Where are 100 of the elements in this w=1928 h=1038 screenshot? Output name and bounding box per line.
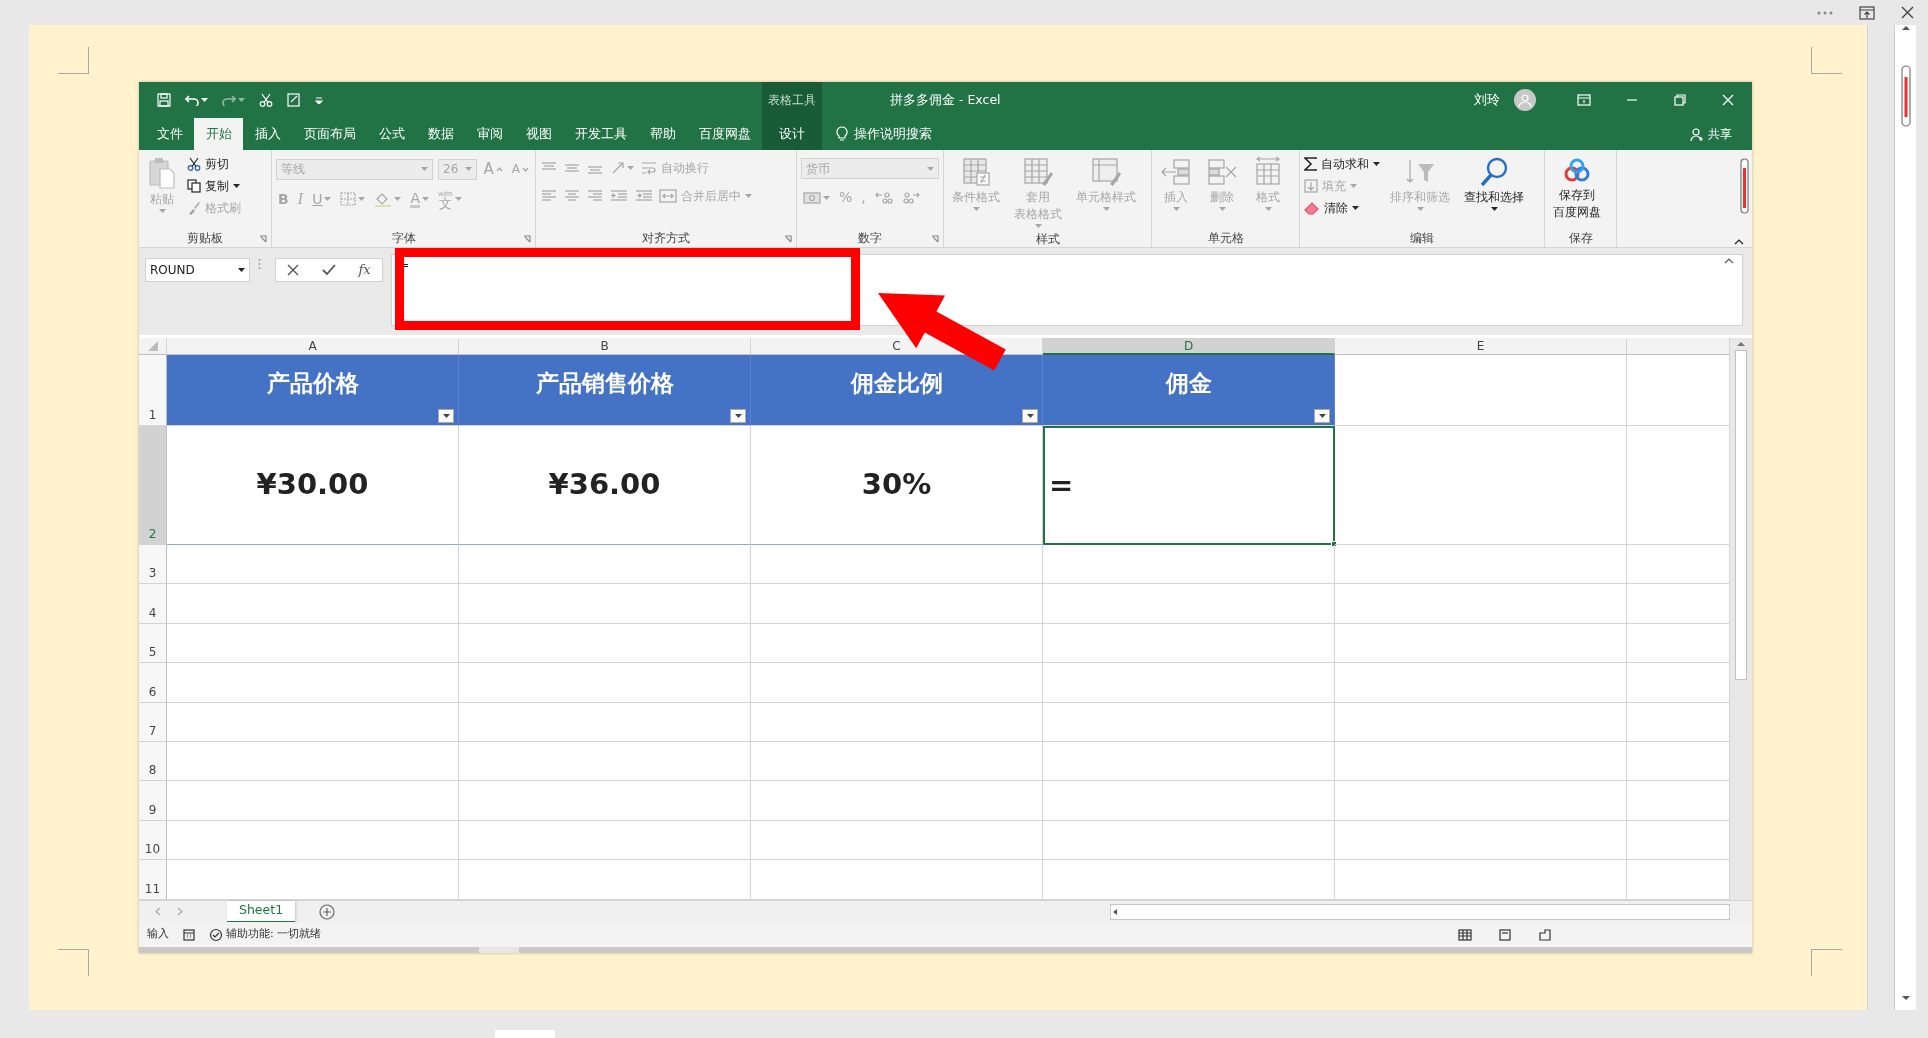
header-cell[interactable]: 产品价格: [167, 355, 459, 426]
row-header[interactable]: 7: [139, 702, 167, 742]
row-header[interactable]: 1: [139, 355, 167, 426]
launcher-icon[interactable]: [259, 234, 267, 243]
ribbon-tab[interactable]: 开始: [194, 118, 243, 150]
table-cell[interactable]: [167, 702, 459, 742]
row-header[interactable]: 4: [139, 584, 167, 624]
row-header[interactable]: 5: [139, 623, 167, 664]
table-cell[interactable]: [1043, 663, 1335, 703]
sheet-tab[interactable]: Sheet1: [227, 900, 296, 923]
table-cell[interactable]: [167, 545, 459, 585]
table-cell[interactable]: [1043, 623, 1335, 664]
table-cell[interactable]: [459, 860, 751, 900]
table-cell[interactable]: 30%: [751, 426, 1043, 545]
filter-button[interactable]: [438, 409, 454, 423]
accessibility-icon[interactable]: [209, 927, 223, 942]
header-cell[interactable]: 佣金: [1043, 355, 1335, 426]
ribbon-tab[interactable]: 数据: [416, 118, 465, 150]
table-cell[interactable]: [1335, 584, 1627, 624]
scroll-up-icon[interactable]: [1900, 25, 1911, 31]
ribbon-button[interactable]: 复制: [187, 176, 241, 196]
row-header[interactable]: 10: [139, 820, 167, 861]
save-icon[interactable]: [157, 93, 171, 107]
table-cell[interactable]: [459, 820, 751, 861]
column-header[interactable]: A: [167, 338, 459, 355]
column-header[interactable]: D: [1043, 338, 1335, 355]
insert-function-button[interactable]: fx: [358, 260, 371, 280]
ribbon-button[interactable]: 保存到 百度网盘: [1549, 154, 1605, 222]
ribbon-tab[interactable]: 开发工具: [563, 118, 638, 150]
accessibility-status[interactable]: 辅助功能: 一切就绪: [226, 926, 322, 943]
table-cell[interactable]: [1043, 820, 1335, 861]
table-cell[interactable]: [459, 623, 751, 664]
table-cell[interactable]: [459, 741, 751, 782]
collapse-icon[interactable]: [1724, 258, 1734, 264]
row-header[interactable]: 6: [139, 663, 167, 703]
table-cell[interactable]: [751, 781, 1043, 821]
row-header[interactable]: 11: [139, 860, 167, 900]
ribbon-button[interactable]: 清除: [1304, 198, 1380, 218]
tell-me-search[interactable]: 操作说明搜索: [836, 118, 932, 150]
header-cell[interactable]: 佣金比例: [751, 355, 1043, 426]
table-cell[interactable]: [751, 860, 1043, 900]
customize-icon[interactable]: [315, 96, 323, 104]
ribbon-tab[interactable]: 帮助: [638, 118, 687, 150]
table-cell[interactable]: [459, 584, 751, 624]
scroll-left-icon[interactable]: [1111, 907, 1119, 916]
table-cell[interactable]: [1335, 663, 1627, 703]
column-header[interactable]: B: [459, 338, 751, 355]
table-cell[interactable]: [1335, 623, 1627, 664]
column-header[interactable]: E: [1335, 338, 1627, 355]
print-preview-icon[interactable]: [287, 93, 301, 107]
table-cell[interactable]: =: [1043, 426, 1335, 545]
table-cell[interactable]: [1043, 860, 1335, 900]
row-header[interactable]: 2: [139, 426, 167, 545]
ribbon-tab[interactable]: 插入: [243, 118, 292, 150]
table-cell[interactable]: [751, 820, 1043, 861]
launcher-icon[interactable]: [931, 234, 939, 243]
launcher-icon[interactable]: [523, 234, 531, 243]
table-cell[interactable]: ¥30.00: [167, 426, 459, 545]
scroll-right-icon[interactable]: [177, 907, 183, 916]
row-header[interactable]: 8: [139, 741, 167, 782]
scissors-icon[interactable]: [259, 93, 273, 107]
table-cell[interactable]: [167, 820, 459, 861]
table-cell[interactable]: [1335, 355, 1627, 426]
scroll-down-icon[interactable]: [1900, 994, 1911, 1001]
window-icon[interactable]: [1859, 5, 1875, 20]
horizontal-scrollbar[interactable]: [1110, 903, 1730, 920]
launcher-icon[interactable]: [784, 234, 792, 243]
filter-button[interactable]: [1022, 409, 1038, 423]
ribbon-tab[interactable]: 百度网盘: [687, 118, 762, 150]
table-cell[interactable]: [1043, 584, 1335, 624]
redo-icon[interactable]: [222, 94, 236, 106]
ribbon-button[interactable]: 自动求和: [1304, 154, 1380, 174]
filter-button[interactable]: [1314, 409, 1330, 423]
more-icon[interactable]: [1817, 10, 1833, 15]
table-cell[interactable]: [459, 781, 751, 821]
table-cell[interactable]: [459, 702, 751, 742]
page-layout-icon[interactable]: [1498, 928, 1512, 941]
ribbon-display-icon[interactable]: [1577, 93, 1591, 107]
ribbon-tab[interactable]: 视图: [514, 118, 563, 150]
share-button[interactable]: 共享: [1690, 118, 1732, 150]
checkmark-icon[interactable]: [321, 264, 336, 276]
table-cell[interactable]: [459, 545, 751, 585]
scroll-thumb[interactable]: [1735, 350, 1747, 680]
table-cell[interactable]: [1335, 545, 1627, 585]
table-cell[interactable]: [751, 702, 1043, 742]
ribbon-tab[interactable]: 文件: [145, 118, 194, 150]
table-cell[interactable]: ¥36.00: [459, 426, 751, 545]
table-cell[interactable]: [167, 584, 459, 624]
table-cell[interactable]: [459, 663, 751, 703]
table-cell[interactable]: [1335, 702, 1627, 742]
undo-icon[interactable]: [185, 94, 199, 106]
scroll-up-icon[interactable]: [1736, 341, 1746, 347]
macro-record-icon[interactable]: [183, 928, 195, 941]
table-cell[interactable]: [1335, 426, 1627, 545]
table-cell[interactable]: [1335, 820, 1627, 861]
table-cell[interactable]: [167, 623, 459, 664]
ribbon-tab[interactable]: 公式: [367, 118, 416, 150]
normal-view-icon[interactable]: [1458, 928, 1472, 941]
table-cell[interactable]: [167, 860, 459, 900]
name-box[interactable]: ROUND: [145, 258, 250, 282]
